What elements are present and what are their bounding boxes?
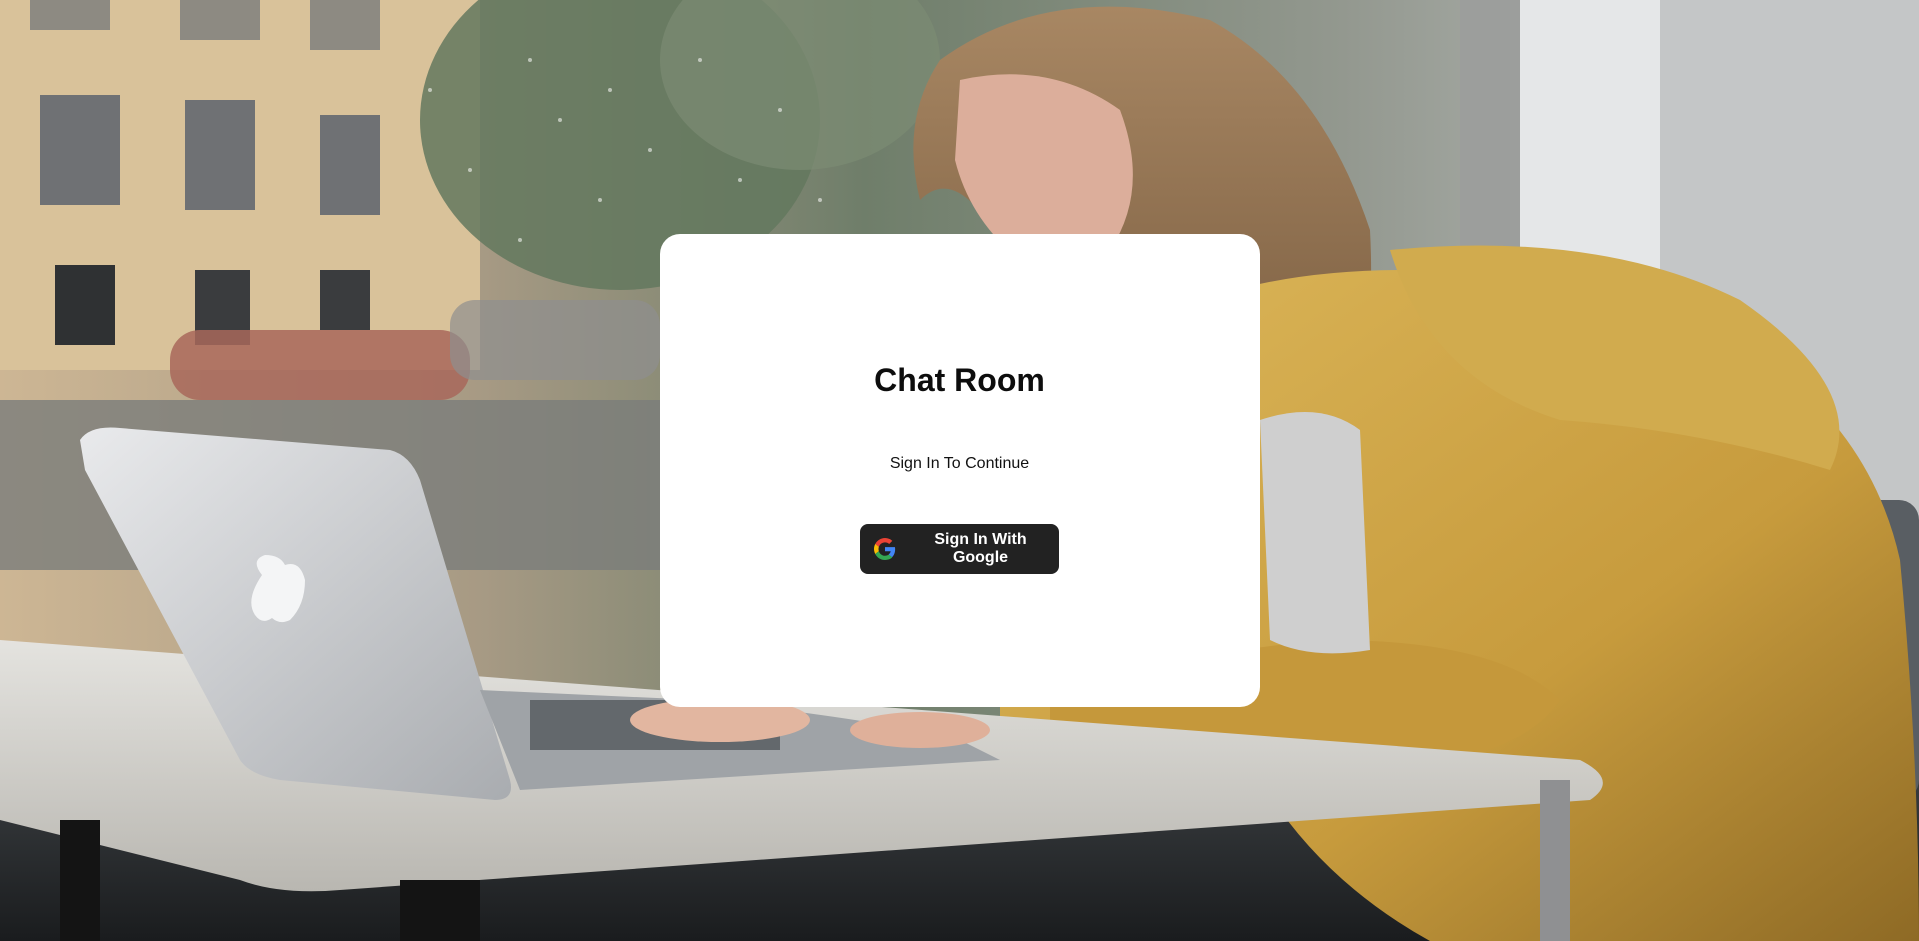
page-title: Chat Room [874, 362, 1045, 398]
google-icon [874, 538, 896, 560]
sign-in-with-google-button[interactable]: Sign In With Google [860, 524, 1059, 574]
sign-in-subtitle: Sign In To Continue [889, 455, 1030, 472]
sign-in-with-google-label: Sign In With Google [934, 531, 1027, 566]
login-page: Chat Room Sign In To Continue Sign In Wi… [0, 0, 1919, 941]
